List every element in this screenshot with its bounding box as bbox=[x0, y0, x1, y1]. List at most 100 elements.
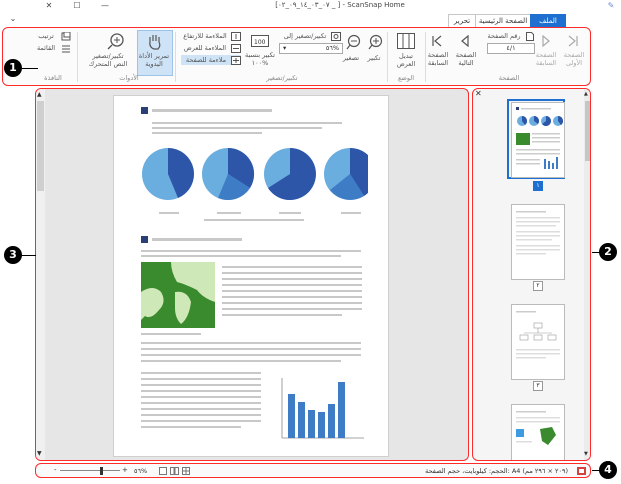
maximize-icon[interactable]: ☐ bbox=[70, 1, 84, 11]
zoom-out-label[interactable]: تصغير bbox=[339, 54, 363, 62]
heading-placeholder bbox=[152, 238, 242, 241]
text-line bbox=[222, 290, 362, 292]
scrollbar-thumb[interactable] bbox=[585, 101, 590, 161]
zoom-move-label[interactable]: تكبير/تصغير النص المتحرك bbox=[85, 52, 131, 68]
zoom-in-label[interactable]: تكبير bbox=[363, 54, 385, 62]
caption-line bbox=[159, 212, 179, 214]
close-icon[interactable]: ✕ bbox=[475, 89, 482, 98]
arrange-label[interactable]: ترتيب bbox=[33, 32, 59, 40]
section-marker bbox=[141, 107, 148, 114]
grid-view-icon[interactable] bbox=[182, 467, 190, 477]
hand-icon[interactable] bbox=[146, 33, 164, 53]
close-icon[interactable]: ✕ bbox=[42, 1, 56, 11]
caption-line bbox=[341, 212, 361, 214]
fit-height-label[interactable]: الملاءمة للارتفاع bbox=[181, 32, 229, 40]
mode-group-label: الوضع bbox=[397, 74, 415, 82]
scroll-down-icon[interactable]: ▼ bbox=[37, 450, 42, 457]
separator bbox=[175, 32, 176, 82]
prev-page-label[interactable]: الصفحة السابقة bbox=[531, 51, 561, 67]
tab-edit[interactable]: تحرير bbox=[448, 14, 476, 27]
caption-line bbox=[204, 219, 304, 221]
thumbnail-pane[interactable]: ✕ ▲ ▼ ١ ٢ ٣ bbox=[472, 88, 591, 461]
thumbnail-page-4[interactable] bbox=[511, 404, 565, 460]
tab-file[interactable]: الملف bbox=[530, 14, 566, 27]
scroll-up-icon[interactable]: ▲ bbox=[584, 91, 588, 97]
tab-row: ⌄ تحرير الصفحة الرئيسية الملف bbox=[0, 13, 621, 27]
hand-tool-label[interactable]: تمرير الأداة اليدوية bbox=[137, 52, 171, 68]
first-page-icon[interactable] bbox=[567, 35, 579, 49]
page-number-field[interactable]: ٤/١ bbox=[487, 43, 535, 54]
thumbnail-page-4-preview bbox=[516, 411, 560, 445]
fit-page-label[interactable]: ملاءمة للصفحة bbox=[183, 56, 229, 64]
text-line bbox=[141, 390, 261, 392]
zoom-out-icon[interactable]: - bbox=[54, 466, 57, 474]
toggle-view-label[interactable]: تبديل العرض bbox=[389, 52, 423, 68]
zoom-100-label[interactable]: تكبير بنسبة ١٠٠% bbox=[243, 51, 277, 67]
minimize-icon[interactable]: — bbox=[98, 1, 112, 11]
text-line bbox=[141, 414, 261, 416]
fit-page-icon[interactable] bbox=[231, 56, 241, 67]
text-line bbox=[141, 402, 261, 404]
zoom-slider-track[interactable] bbox=[60, 470, 120, 471]
zoom-value: ٥٦% bbox=[325, 44, 339, 52]
caption-line bbox=[279, 212, 301, 214]
scansnap-logo-icon: ✎ bbox=[607, 1, 615, 10]
text-line bbox=[222, 272, 362, 274]
zoom-value-select[interactable]: ▾ ٥٦% bbox=[279, 43, 343, 54]
text-line bbox=[141, 384, 261, 386]
zoom-to-icon[interactable] bbox=[331, 32, 341, 43]
status-bar: - + ٥٦% الحجم: كيلوبايت، حجم الصفحة: A4 … bbox=[35, 463, 591, 478]
zoom-move-icon[interactable] bbox=[106, 32, 126, 52]
zoom-to-label[interactable]: تكبير/تصغير إلى bbox=[281, 32, 329, 40]
vertical-scrollbar[interactable]: ▲ ▼ bbox=[36, 89, 45, 460]
callout-4: 4 bbox=[599, 461, 617, 479]
tab-home[interactable]: الصفحة الرئيسية bbox=[475, 14, 531, 27]
thumbnail-scrollbar[interactable]: ▲ ▼ bbox=[584, 89, 590, 460]
zoom-100-icon[interactable]: 100 bbox=[251, 35, 269, 49]
window-title: [٠٧_٠٣_١٤_٠٩_٠٢ _ ] - ScanSnap Home bbox=[275, 1, 405, 9]
status-zoom-value: ٥٦% bbox=[134, 467, 148, 475]
text-line bbox=[141, 342, 361, 344]
toggle-view-icon[interactable] bbox=[397, 33, 415, 51]
chevron-down-icon[interactable]: ⌄ bbox=[6, 14, 20, 24]
bar-chart-graphic bbox=[281, 378, 364, 439]
callout-3: 3 bbox=[4, 246, 22, 264]
text-line bbox=[152, 127, 322, 129]
text-line bbox=[141, 372, 261, 374]
two-page-view-icon[interactable] bbox=[170, 467, 179, 477]
fit-width-icon[interactable] bbox=[231, 44, 241, 55]
scrollbar-thumb[interactable] bbox=[37, 101, 44, 191]
scroll-up-icon[interactable]: ▲ bbox=[37, 91, 42, 98]
document-preview-pane[interactable]: ▲ ▼ bbox=[35, 88, 469, 461]
page-group-label: الصفحة bbox=[498, 74, 520, 82]
text-line bbox=[222, 302, 362, 304]
scroll-down-icon[interactable]: ▼ bbox=[584, 451, 588, 457]
callout-2: 2 bbox=[599, 243, 617, 261]
text-line bbox=[141, 426, 241, 428]
svg-text:100: 100 bbox=[254, 39, 266, 46]
fit-width-label[interactable]: الملاءمة للعرض bbox=[181, 44, 229, 52]
next-page-label[interactable]: الصفحة التالية bbox=[451, 51, 481, 67]
last-page-label[interactable]: الصفحة السابقة bbox=[423, 51, 453, 67]
thumbnail-page-1[interactable] bbox=[511, 102, 565, 178]
zoom-slider-thumb[interactable] bbox=[100, 467, 103, 475]
single-page-view-icon[interactable] bbox=[159, 467, 167, 477]
thumbnail-page-2[interactable] bbox=[511, 204, 565, 280]
zoom-in-icon[interactable] bbox=[367, 34, 383, 52]
list-icon[interactable] bbox=[61, 44, 71, 55]
text-line bbox=[222, 296, 362, 298]
fit-height-icon[interactable] bbox=[231, 32, 241, 43]
pie-charts-graphic bbox=[142, 147, 368, 201]
zoom-out-icon[interactable] bbox=[345, 34, 361, 52]
last-page-icon[interactable] bbox=[431, 35, 443, 49]
list-label[interactable]: القائمة bbox=[33, 44, 59, 52]
thumbnail-page-3[interactable] bbox=[511, 304, 565, 380]
arrange-icon[interactable] bbox=[61, 31, 71, 43]
first-page-label[interactable]: الصفحة الأولى bbox=[559, 51, 589, 67]
page-number-icon bbox=[526, 32, 534, 43]
text-line bbox=[141, 360, 341, 362]
text-line bbox=[141, 396, 261, 398]
next-page-icon[interactable] bbox=[459, 34, 471, 49]
zoom-in-icon[interactable]: + bbox=[122, 466, 128, 474]
prev-page-icon[interactable] bbox=[540, 34, 552, 49]
